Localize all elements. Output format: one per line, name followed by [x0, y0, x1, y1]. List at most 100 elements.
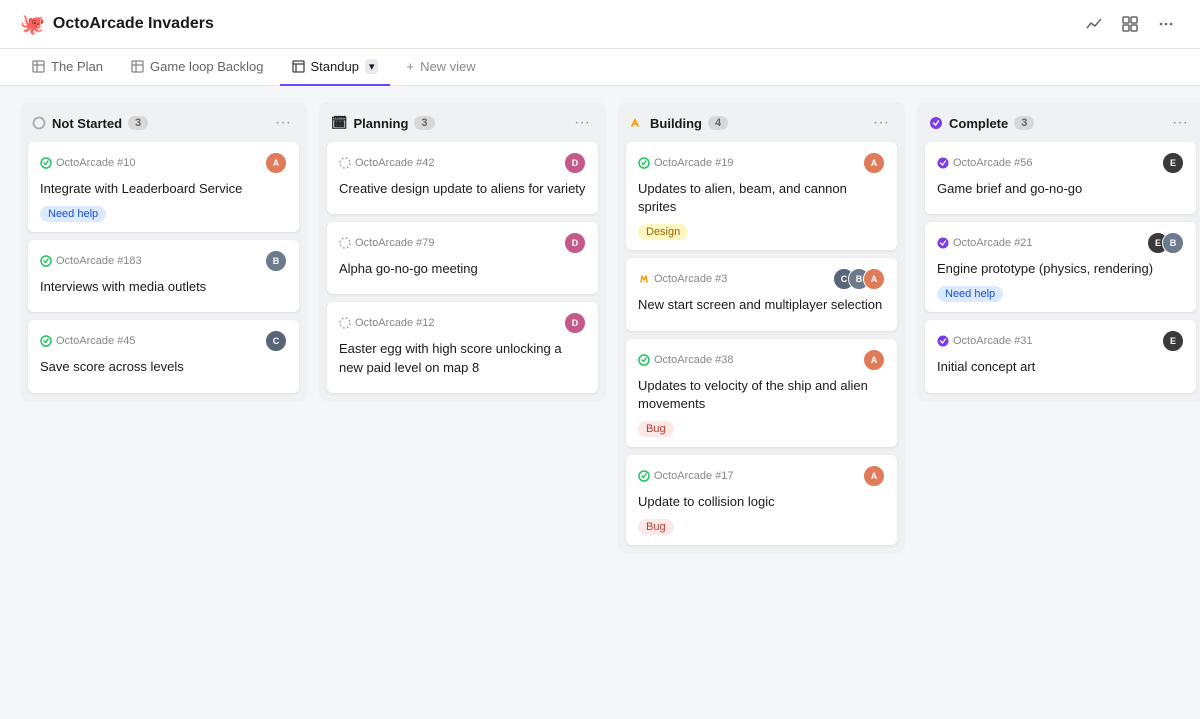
layout-icon-button[interactable]: [1116, 10, 1144, 38]
card-79-status-icon: [339, 237, 351, 249]
card-183-status-icon: [40, 255, 52, 267]
card-45-avatar: C: [265, 330, 287, 352]
card-183-avatar: B: [265, 250, 287, 272]
column-building: Building 4 ··· OctoArcade #19 A: [618, 102, 905, 553]
card-21-id: OctoArcade #21: [937, 237, 1033, 249]
chart-icon-button[interactable]: [1080, 10, 1108, 38]
column-planning: 🗓 Planning 3 ··· OctoArcade #42 D: [319, 102, 606, 401]
card-3-top: OctoArcade #3 C B A: [638, 268, 885, 290]
card-octoarcade-183: OctoArcade #183 B Interviews with media …: [28, 240, 299, 312]
tab-standup-dropdown[interactable]: ▾: [365, 59, 379, 74]
column-complete-body: OctoArcade #56 E Game brief and go-no-go: [917, 142, 1200, 401]
card-19-status-icon: [638, 157, 650, 169]
card-38-badge: Bug: [638, 421, 674, 437]
card-3-title: New start screen and multiplayer selecti…: [638, 296, 885, 314]
card-56-avatar: E: [1162, 152, 1184, 174]
card-79-title: Alpha go-no-go meeting: [339, 260, 586, 278]
column-planning-header: 🗓 Planning 3 ···: [319, 102, 606, 142]
avatar-icon-2: B: [1162, 232, 1184, 254]
card-10-top: OctoArcade #10 A: [40, 152, 287, 174]
column-not-started-menu-button[interactable]: ···: [271, 112, 295, 134]
card-31-avatar: E: [1162, 330, 1184, 352]
avatar-icon: D: [564, 152, 586, 174]
card-42-avatar: D: [564, 152, 586, 174]
board-icon: [292, 60, 305, 73]
card-10-id: OctoArcade #10: [40, 157, 136, 169]
card-12-title: Easter egg with high score unlocking a n…: [339, 340, 586, 376]
new-view-plus-icon: +: [406, 59, 414, 74]
card-56-id: OctoArcade #56: [937, 157, 1033, 169]
card-183-id: OctoArcade #183: [40, 255, 142, 267]
column-planning-title-wrap: 🗓 Planning 3: [331, 115, 435, 131]
card-10-status-icon: [40, 157, 52, 169]
tab-the-plan[interactable]: The Plan: [20, 49, 115, 86]
avatar-icon: A: [863, 465, 885, 487]
tab-standup-label: Standup: [311, 59, 359, 74]
more-options-button[interactable]: [1152, 10, 1180, 38]
card-21-avatars: E B: [1147, 232, 1184, 254]
column-planning-menu-button[interactable]: ···: [570, 112, 594, 134]
tab-the-plan-label: The Plan: [51, 59, 103, 74]
card-octoarcade-56: OctoArcade #56 E Game brief and go-no-go: [925, 142, 1196, 214]
card-45-id: OctoArcade #45: [40, 335, 136, 347]
card-56-status-icon: [937, 157, 949, 169]
avatar-icon: E: [1162, 152, 1184, 174]
app-container: 🐙 OctoArcade Invaders: [0, 0, 1200, 719]
card-12-id: OctoArcade #12: [339, 317, 435, 329]
column-planning-body: OctoArcade #42 D Creative design update …: [319, 142, 606, 401]
card-3-avatars: C B A: [833, 268, 885, 290]
avatar-icon: E: [1162, 330, 1184, 352]
not-started-status-icon: [32, 116, 46, 130]
card-21-title: Engine prototype (physics, rendering): [937, 260, 1184, 278]
header-left: 🐙 OctoArcade Invaders: [20, 12, 214, 37]
column-complete-title-wrap: Complete 3: [929, 116, 1034, 131]
card-10-avatar: A: [265, 152, 287, 174]
tab-new-view[interactable]: + New view: [394, 49, 487, 86]
column-building-menu-button[interactable]: ···: [869, 112, 893, 134]
card-octoarcade-10: OctoArcade #10 A Integrate with Leaderbo…: [28, 142, 299, 232]
card-31-top: OctoArcade #31 E: [937, 330, 1184, 352]
card-183-title: Interviews with media outlets: [40, 278, 287, 296]
complete-status-icon: [929, 116, 943, 130]
card-21-badge: Need help: [937, 286, 1003, 302]
app-title: OctoArcade Invaders: [53, 15, 214, 33]
tab-standup[interactable]: Standup ▾: [280, 49, 391, 86]
card-12-avatar: D: [564, 312, 586, 334]
planning-status-icon: 🗓: [331, 115, 348, 131]
board: Not Started 3 ··· OctoArcade #10 A: [0, 86, 1200, 719]
tab-new-view-label: New view: [420, 59, 476, 74]
card-10-badge: Need help: [40, 206, 106, 222]
column-complete-header: Complete 3 ···: [917, 102, 1200, 142]
card-octoarcade-31: OctoArcade #31 E Initial concept art: [925, 320, 1196, 392]
column-not-started-count: 3: [128, 116, 148, 130]
card-38-avatar: A: [863, 349, 885, 371]
card-19-avatar: A: [863, 152, 885, 174]
column-planning-count: 3: [414, 116, 434, 130]
column-complete-menu-button[interactable]: ···: [1168, 112, 1192, 134]
card-42-id: OctoArcade #42: [339, 157, 435, 169]
card-3-status-icon: [638, 273, 650, 285]
card-octoarcade-12: OctoArcade #12 D Easter egg with high sc…: [327, 302, 598, 392]
avatar-icon-3: A: [863, 268, 885, 290]
card-42-title: Creative design update to aliens for var…: [339, 180, 586, 198]
column-building-title: Building: [650, 116, 702, 131]
card-17-avatar: A: [863, 465, 885, 487]
avatar-icon: C: [265, 330, 287, 352]
card-12-status-icon: [339, 317, 351, 329]
card-79-top: OctoArcade #79 D: [339, 232, 586, 254]
card-octoarcade-19: OctoArcade #19 A Updates to alien, beam,…: [626, 142, 897, 250]
column-complete-count: 3: [1014, 116, 1034, 130]
nav-tabs: The Plan Game loop Backlog Standup ▾ + N…: [0, 49, 1200, 86]
tab-game-loop-label: Game loop Backlog: [150, 59, 263, 74]
card-45-top: OctoArcade #45 C: [40, 330, 287, 352]
tab-game-loop-backlog[interactable]: Game loop Backlog: [119, 49, 275, 86]
card-12-top: OctoArcade #12 D: [339, 312, 586, 334]
card-38-title: Updates to velocity of the ship and alie…: [638, 377, 885, 413]
card-56-top: OctoArcade #56 E: [937, 152, 1184, 174]
card-10-title: Integrate with Leaderboard Service: [40, 180, 287, 198]
card-31-id: OctoArcade #31: [937, 335, 1033, 347]
card-3-id: OctoArcade #3: [638, 273, 727, 285]
column-not-started-body: OctoArcade #10 A Integrate with Leaderbo…: [20, 142, 307, 401]
card-183-top: OctoArcade #183 B: [40, 250, 287, 272]
card-56-title: Game brief and go-no-go: [937, 180, 1184, 198]
